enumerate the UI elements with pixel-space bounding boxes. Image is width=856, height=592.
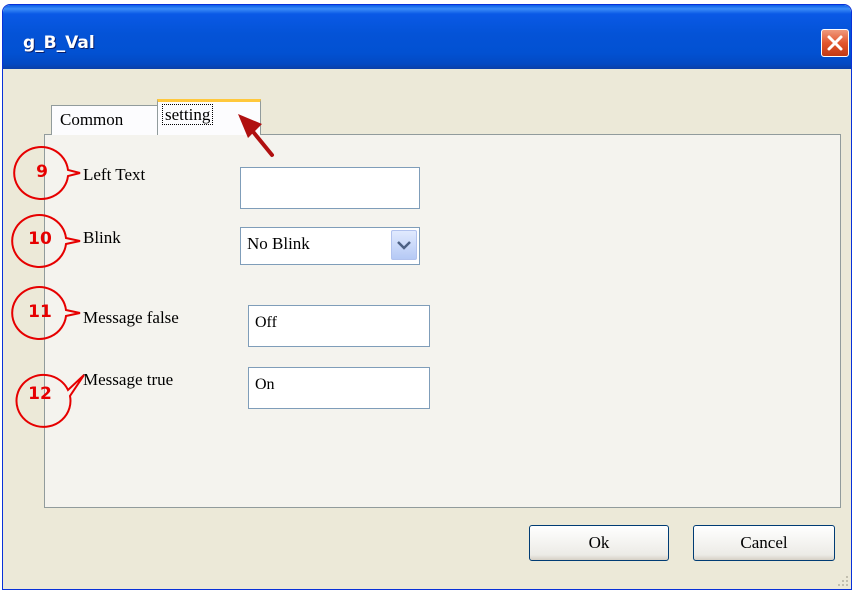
annotation-overlay: [11, 114, 274, 428]
callout-12: 12: [28, 384, 52, 404]
callout-9: 9: [36, 162, 48, 182]
callout-10: 10: [28, 229, 52, 249]
pointer-arrow-icon: [238, 114, 274, 157]
callout-11: 11: [28, 302, 52, 322]
